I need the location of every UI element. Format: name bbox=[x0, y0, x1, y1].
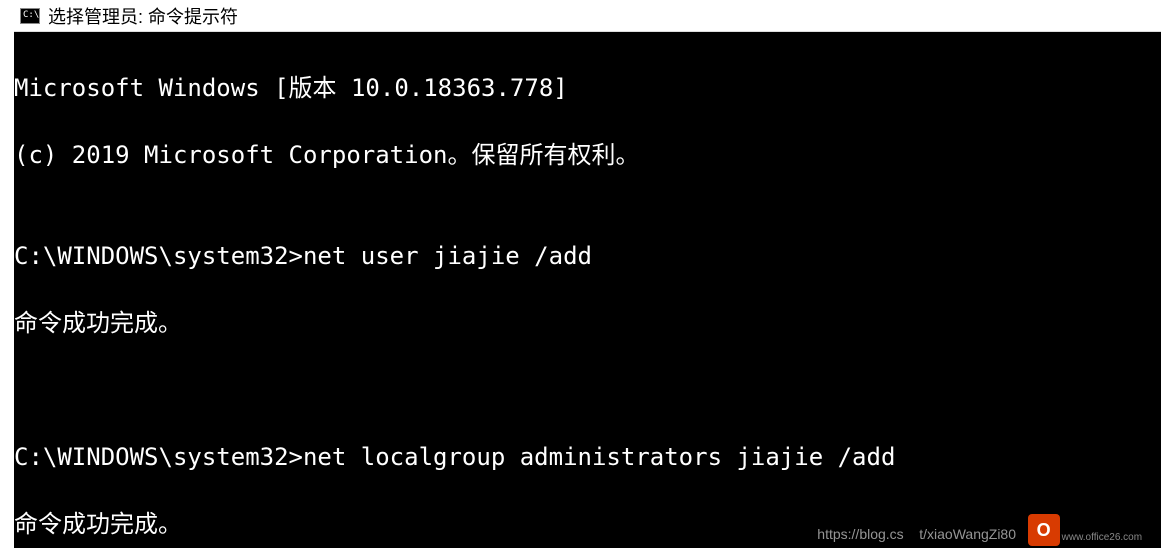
terminal-line: 命令成功完成。 bbox=[14, 307, 1161, 341]
background-page-edge bbox=[0, 0, 14, 548]
terminal-line: C:\WINDOWS\system32>net user jiajie /add bbox=[14, 240, 1161, 274]
office-logo-icon: O bbox=[1028, 514, 1060, 546]
watermark-sub: www.office26.com bbox=[1062, 533, 1155, 543]
watermark-logo: O Office教程网 www.office26.com bbox=[1028, 514, 1155, 546]
window-title-bar[interactable]: C:\ 选择管理员: 命令提示符 bbox=[14, 0, 1161, 32]
window-title: 选择管理员: 命令提示符 bbox=[48, 3, 238, 29]
cmd-prompt-icon: C:\ bbox=[20, 8, 40, 24]
terminal-line: C:\WINDOWS\system32>net localgroup admin… bbox=[14, 441, 1161, 475]
terminal-output-area[interactable]: Microsoft Windows [版本 10.0.18363.778] (c… bbox=[14, 32, 1161, 548]
watermark-url: https://blog.cs t/xiaoWangZi80 bbox=[817, 526, 1016, 542]
terminal-line: Microsoft Windows [版本 10.0.18363.778] bbox=[14, 72, 1161, 106]
terminal-line: (c) 2019 Microsoft Corporation。保留所有权利。 bbox=[14, 139, 1161, 173]
watermark-brand: Office教程网 bbox=[1062, 517, 1155, 533]
